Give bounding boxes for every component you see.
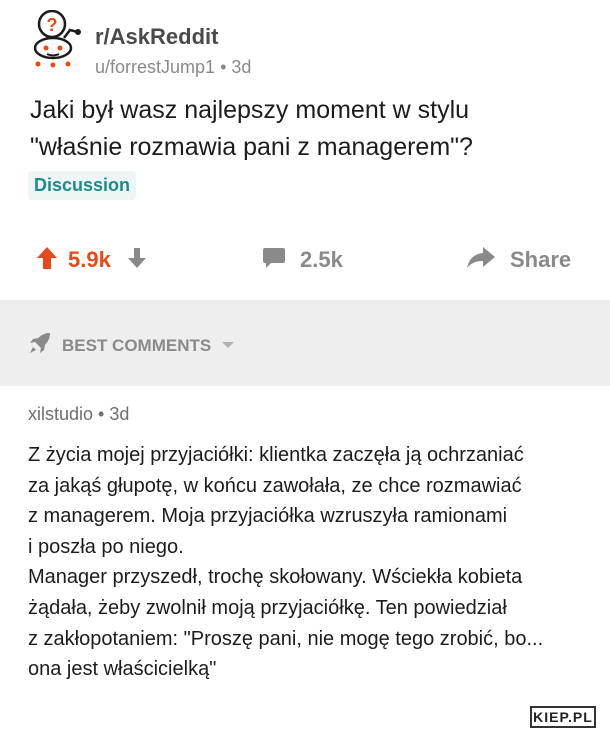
comments-button[interactable]: 2.5k [262,240,343,280]
post-meta: u/forrestJump1 • 3d [95,57,251,78]
post-flair[interactable]: Discussion [28,171,137,200]
comment-meta: xilstudio • 3d [28,404,129,425]
comment-line: żądała, żeby zwolnił moją przyjaciółkę. … [28,596,507,619]
downvote-icon[interactable] [127,247,147,274]
comment-line: z managerem. Moja przyjaciółka wzruszyła… [28,505,508,528]
meta-separator: • [220,57,232,77]
vote-score: 5.9k [68,247,111,272]
share-arrow-icon [466,246,496,275]
upvote-icon[interactable] [36,246,58,275]
chevron-down-icon [221,337,235,355]
post-title-line: "właśnie rozmawia pani z managerem"? [30,133,473,161]
rocket-icon [28,331,52,360]
post-author[interactable]: u/forrestJump1 [95,57,215,77]
sort-dropdown[interactable]: BEST COMMENTS [28,331,235,360]
comment-line: Manager przyszedł, trochę skołowany. Wśc… [28,566,523,589]
watermark-text: KIEP.PL [533,709,593,725]
comment-age: 3d [109,404,130,424]
post-title-line: Jaki był wasz najlepszy moment w stylu [30,96,470,124]
svg-text:?: ? [47,15,58,35]
post-actions: 5.9k 2.5k Share [0,240,610,280]
share-label: Share [510,247,572,272]
post-title[interactable]: Jaki był wasz najlepszy moment w stylu "… [30,92,590,166]
comment-line: ona jest właścicielką" [28,658,217,681]
comment-line: za jakąś głupotę, w końcu zawołała, ze c… [28,474,522,497]
subreddit-name[interactable]: r/AskReddit [95,24,218,50]
share-button[interactable]: Share [466,240,571,280]
subreddit-avatar-icon[interactable]: ? [28,9,88,68]
comment-line: Z życia mojej przyjaciółki: klientka zac… [28,444,524,466]
sort-label: BEST COMMENTS [62,335,212,355]
post-header: ? r/AskReddit u/forrestJump1 • 3d [28,9,588,77]
comment-body: Z życia mojej przyjaciółki: klientka zac… [28,440,603,685]
comment-line: z zakłopotaniem: "Proszę pani, nie mogę … [28,627,544,650]
comments-count: 2.5k [300,247,343,272]
vote-group: 5.9k [36,240,147,280]
meta-separator: • [98,404,110,424]
comment-line: i poszła po niego. [28,535,184,558]
post-age: 3d [231,57,252,77]
watermark-logo: KIEP.PL [530,706,596,728]
comment-author[interactable]: xilstudio [28,404,93,424]
comment-icon [262,247,286,274]
